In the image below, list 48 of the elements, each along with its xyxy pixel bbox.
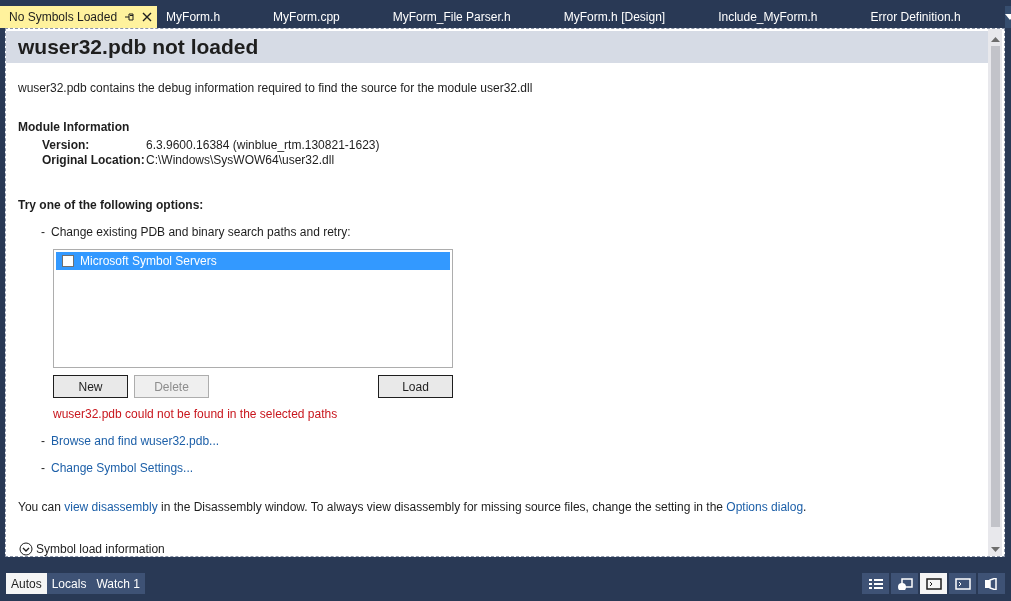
document-tab[interactable]: MyForm.h [Design] bbox=[554, 6, 710, 28]
console-icon bbox=[925, 577, 942, 590]
list-icon bbox=[867, 577, 884, 590]
page-title: wuser32.pdb not loaded bbox=[6, 31, 988, 63]
scrollbar-thumb[interactable] bbox=[990, 46, 1000, 527]
scroll-down-icon[interactable] bbox=[990, 547, 1000, 552]
section-heading: Symbol load information bbox=[36, 542, 165, 556]
option-link[interactable]: Change Symbol Settings... bbox=[51, 461, 194, 476]
window-icon bbox=[896, 577, 913, 590]
document-tab[interactable]: Error Definition.h bbox=[861, 6, 1005, 28]
field-value: C:\Windows\SysWOW64\user32.dll bbox=[146, 153, 336, 168]
description-text: wuser32.pdb contains the debug information required to find the source for the module user32.dll bbox=[18, 81, 534, 96]
expand-icon[interactable] bbox=[19, 542, 33, 556]
dialog-button[interactable]: Load bbox=[378, 375, 453, 398]
document-tab[interactable]: MyForm.h bbox=[157, 6, 265, 28]
dropdown-icon[interactable] bbox=[1004, 14, 1011, 20]
bullet-dash: - bbox=[41, 225, 45, 240]
document-tab[interactable]: MyForm.cpp bbox=[264, 6, 384, 28]
toolbar-button[interactable] bbox=[920, 573, 947, 594]
speaker-icon bbox=[983, 577, 1000, 590]
footer-text: You can view disassembly in the Disassembly window. To always view disassembly for missing source files, change the setting in the Options dialog. bbox=[18, 500, 808, 515]
toolbar-button[interactable] bbox=[978, 573, 1005, 594]
footer-link[interactable]: view disassembly bbox=[64, 500, 158, 514]
tool-window-tab[interactable]: Locals bbox=[46, 573, 92, 594]
error-message: wuser32.pdb could not be found in the selected paths bbox=[53, 407, 339, 422]
option-text: Change existing PDB and binary search paths and retry: bbox=[51, 225, 351, 240]
tool-window-tab[interactable]: Watch 1 bbox=[91, 573, 145, 594]
field-label: Original Location: bbox=[42, 153, 146, 168]
console-icon bbox=[954, 577, 971, 590]
bullet-dash: - bbox=[41, 461, 45, 476]
pin-icon[interactable] bbox=[123, 11, 136, 23]
section-heading: Try one of the following options: bbox=[18, 198, 205, 213]
toolbar-button[interactable] bbox=[862, 573, 889, 594]
section-heading: Module Information bbox=[18, 120, 131, 135]
scroll-up-icon[interactable] bbox=[990, 37, 1000, 42]
close-icon[interactable] bbox=[141, 11, 154, 23]
field-label: Version: bbox=[42, 138, 91, 153]
bullet-dash: - bbox=[41, 434, 45, 449]
field-value: 6.3.9600.16384 (winblue_rtm.130821-1623) bbox=[146, 138, 381, 153]
document-tab[interactable]: No Symbols Loaded bbox=[0, 6, 158, 28]
toolbar-button[interactable] bbox=[891, 573, 918, 594]
tool-window-tab[interactable]: Autos bbox=[6, 573, 47, 594]
document-tab[interactable]: MyForm_File Parser.h bbox=[383, 6, 555, 28]
dialog-button[interactable]: New bbox=[53, 375, 128, 398]
option-link[interactable]: Browse and find wuser32.pdb... bbox=[51, 434, 220, 449]
document-tab[interactable]: Include_MyForm.h bbox=[709, 6, 862, 28]
toolbar-button[interactable] bbox=[949, 573, 976, 594]
checkbox[interactable] bbox=[62, 255, 74, 267]
